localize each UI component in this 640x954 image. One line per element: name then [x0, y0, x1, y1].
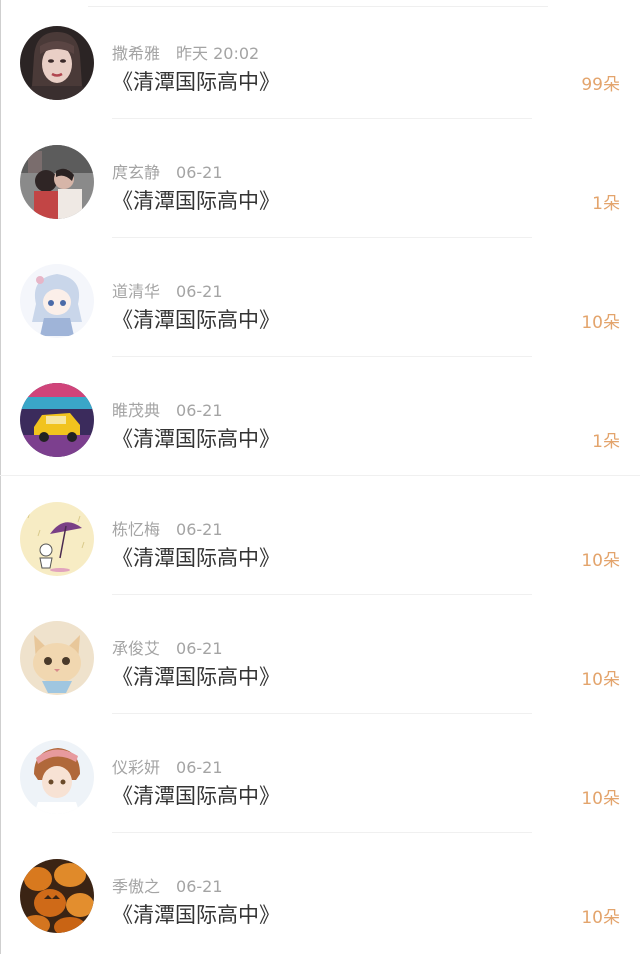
user-name[interactable]: 庹玄静: [112, 163, 160, 182]
pumpkins-icon[interactable]: [20, 859, 94, 933]
user-name[interactable]: 睢茂典: [112, 401, 160, 420]
list-item[interactable]: 撒希雅 昨天 20:02 《清潭国际高中》 99朵: [0, 0, 640, 119]
item-meta: 撒希雅 昨天 20:02: [112, 40, 259, 64]
list-item[interactable]: 承俊艾 06-21 《清潭国际高中》 10朵: [0, 595, 640, 714]
timestamp: 06-21: [176, 520, 223, 539]
girl-portrait-icon[interactable]: [20, 26, 94, 100]
list-item[interactable]: 栋忆梅 06-21 《清潭国际高中》 10朵: [0, 476, 640, 595]
flower-count: 1朵: [592, 194, 620, 214]
list-item[interactable]: 道清华 06-21 《清潭国际高中》 10朵: [0, 238, 640, 357]
kitten-icon[interactable]: [20, 621, 94, 695]
user-name[interactable]: 撒希雅: [112, 44, 160, 63]
user-name[interactable]: 仪彩妍: [112, 758, 160, 777]
user-name[interactable]: 承俊艾: [112, 639, 160, 658]
flower-count: 1朵: [592, 432, 620, 452]
timestamp: 06-21: [176, 639, 223, 658]
book-title[interactable]: 《清潭国际高中》: [112, 185, 280, 215]
book-title[interactable]: 《清潭国际高中》: [112, 899, 280, 929]
list-item[interactable]: 睢茂典 06-21 《清潭国际高中》 1朵: [0, 357, 640, 476]
flower-count: 10朵: [581, 908, 620, 928]
book-title[interactable]: 《清潭国际高中》: [112, 661, 280, 691]
list-item[interactable]: 季傲之 06-21 《清潭国际高中》 10朵: [0, 833, 640, 952]
toy-car-icon[interactable]: [20, 383, 94, 457]
item-meta: 庹玄静 06-21: [112, 159, 223, 183]
item-meta: 仪彩妍 06-21: [112, 754, 223, 778]
timestamp: 06-21: [176, 401, 223, 420]
book-title[interactable]: 《清潭国际高中》: [112, 66, 280, 96]
timestamp: 06-21: [176, 758, 223, 777]
anime-chibi-icon[interactable]: [20, 264, 94, 338]
flower-count: 10朵: [581, 789, 620, 809]
book-title[interactable]: 《清潭国际高中》: [112, 542, 280, 572]
user-name[interactable]: 道清华: [112, 282, 160, 301]
flower-count: 10朵: [581, 551, 620, 571]
item-meta: 季傲之 06-21: [112, 873, 223, 897]
book-title[interactable]: 《清潭国际高中》: [112, 304, 280, 334]
user-name[interactable]: 季傲之: [112, 877, 160, 896]
timestamp: 06-21: [176, 877, 223, 896]
flower-count: 99朵: [581, 75, 620, 95]
book-title[interactable]: 《清潭国际高中》: [112, 423, 280, 453]
couple-photo-icon[interactable]: [20, 145, 94, 219]
flower-count: 10朵: [581, 670, 620, 690]
flower-count: 10朵: [581, 313, 620, 333]
list-item[interactable]: 庹玄静 06-21 《清潭国际高中》 1朵: [0, 119, 640, 238]
item-meta: 道清华 06-21: [112, 278, 223, 302]
anime-boy-icon[interactable]: [20, 740, 94, 814]
item-meta: 栋忆梅 06-21: [112, 516, 223, 540]
book-title[interactable]: 《清潭国际高中》: [112, 780, 280, 810]
item-meta: 睢茂典 06-21: [112, 397, 223, 421]
timestamp: 昨天 20:02: [176, 44, 260, 63]
umbrella-cartoon-icon[interactable]: [20, 502, 94, 576]
timestamp: 06-21: [176, 163, 223, 182]
user-name[interactable]: 栋忆梅: [112, 520, 160, 539]
item-meta: 承俊艾 06-21: [112, 635, 223, 659]
list-item[interactable]: 仪彩妍 06-21 《清潭国际高中》 10朵: [0, 714, 640, 833]
timestamp: 06-21: [176, 282, 223, 301]
